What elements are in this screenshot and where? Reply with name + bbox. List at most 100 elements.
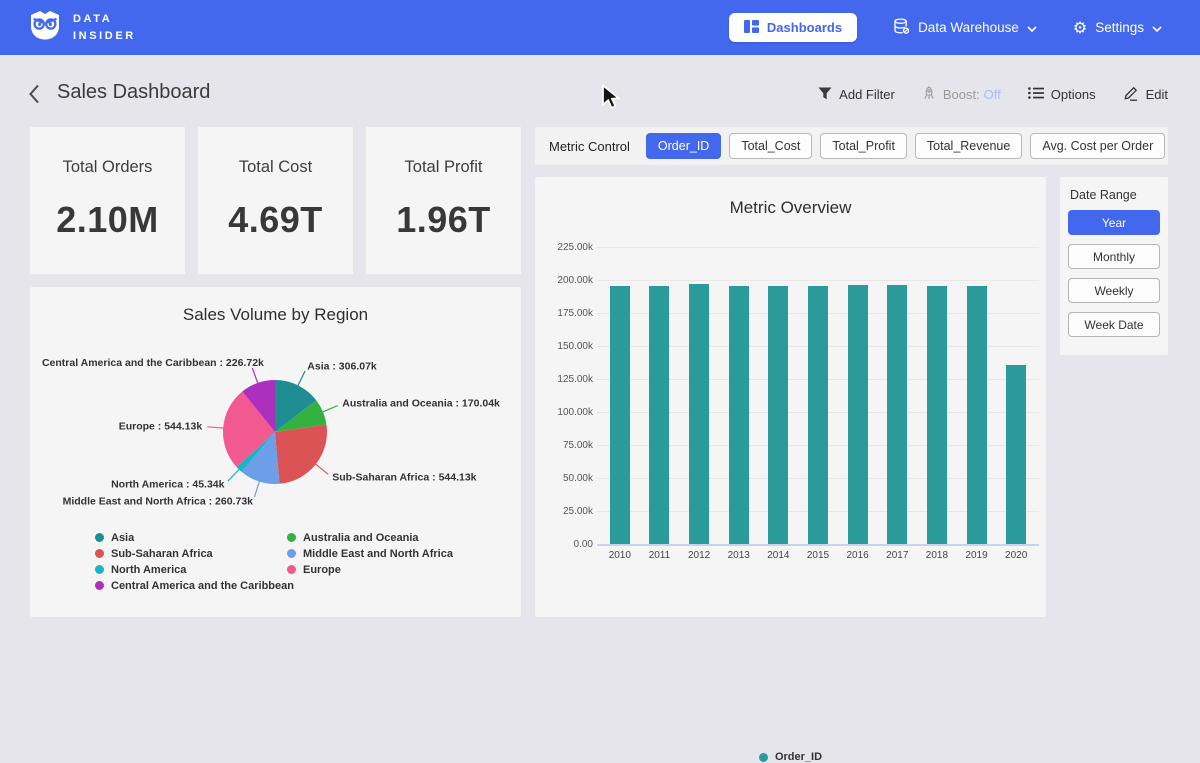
legend-dot xyxy=(287,533,296,542)
gridline xyxy=(597,247,1039,248)
bar-2016[interactable] xyxy=(848,285,868,544)
pie-label-north-america: North America : 45.34k xyxy=(111,479,225,491)
pie-label-middle-east-and-north-africa: Middle East and North Africa : 260.73k xyxy=(63,496,254,508)
legend-label: Asia xyxy=(111,532,134,544)
legend-item-middle-east-and-north-africa: Middle East and North Africa xyxy=(287,548,453,559)
pie-slice-sub-saharan-africa[interactable] xyxy=(275,425,327,484)
pie-label-australia-and-oceania: Australia and Oceania : 170.04k xyxy=(342,398,500,410)
nav-dashboards-label: Dashboards xyxy=(767,20,842,35)
bar-2015[interactable] xyxy=(808,286,828,544)
date-range-option-year[interactable]: Year xyxy=(1068,210,1160,235)
gear-icon: ⚙ xyxy=(1073,20,1087,36)
x-axis-tick: 2016 xyxy=(838,550,878,561)
y-axis-tick: 0.00 xyxy=(535,539,593,550)
sales-volume-panel: Sales Volume by Region Asia : 306.07kAus… xyxy=(30,287,521,617)
pie-label-asia: Asia : 306.07k xyxy=(307,361,377,373)
bar-chart: 225.00k200.00k175.00k150.00k125.00k100.0… xyxy=(535,177,1046,617)
nav-dashboards-button[interactable]: Dashboards xyxy=(729,13,857,42)
y-axis-tick: 100.00k xyxy=(535,407,593,418)
kpi-cards: Total Orders2.10MTotal Cost4.69TTotal Pr… xyxy=(30,127,521,274)
nav-settings-button[interactable]: ⚙ Settings xyxy=(1073,20,1162,36)
nav-data-warehouse-button[interactable]: Data Warehouse xyxy=(893,18,1037,38)
boost-toggle[interactable]: Boost: Off xyxy=(922,86,1001,104)
top-navbar: DATA INSIDER Dashboards xyxy=(0,0,1200,55)
edit-button[interactable]: Edit xyxy=(1123,85,1168,104)
page-title: Sales Dashboard xyxy=(57,81,210,104)
nav-settings-label: Settings xyxy=(1095,20,1144,35)
kpi-card-total-profit: Total Profit 1.96T xyxy=(366,127,521,274)
x-axis-tick: 2019 xyxy=(957,550,997,561)
y-axis-tick: 225.00k xyxy=(535,242,593,253)
gridline xyxy=(597,280,1039,281)
date-range-option-monthly[interactable]: Monthly xyxy=(1068,244,1160,269)
pie-leader-line xyxy=(255,481,260,497)
x-axis-tick: 2015 xyxy=(798,550,838,561)
kpi-value: 2.10M xyxy=(56,199,159,241)
bar-2010[interactable] xyxy=(610,286,630,544)
y-axis-tick: 75.00k xyxy=(535,440,593,451)
pie-leader-line xyxy=(228,469,240,481)
pie-leader-line xyxy=(298,371,306,386)
nav-data-warehouse-label: Data Warehouse xyxy=(918,20,1019,35)
y-axis-tick: 150.00k xyxy=(535,341,593,352)
chevron-down-icon xyxy=(1027,20,1037,35)
legend-item-europe: Europe xyxy=(287,564,453,575)
bar-2011[interactable] xyxy=(649,286,669,544)
metric-option-total-profit[interactable]: Total_Profit xyxy=(820,133,907,159)
filter-funnel-icon xyxy=(818,87,832,103)
gridline xyxy=(597,544,1039,546)
legend-item-sub-saharan-africa: Sub-Saharan Africa xyxy=(95,548,294,559)
bar-2018[interactable] xyxy=(927,286,947,544)
legend-label: Central America and the Caribbean xyxy=(111,580,294,592)
pie-label-sub-saharan-africa: Sub-Saharan Africa : 544.13k xyxy=(332,471,476,483)
kpi-label: Total Orders xyxy=(63,158,153,177)
kpi-label: Total Profit xyxy=(405,158,483,177)
bar-2013[interactable] xyxy=(729,286,749,544)
options-button[interactable]: Options xyxy=(1028,87,1096,102)
bar-2017[interactable] xyxy=(887,285,907,544)
pie-legend-column: AsiaSub-Saharan AfricaNorth AmericaCentr… xyxy=(95,532,294,591)
bar-2019[interactable] xyxy=(967,286,987,544)
y-axis-tick: 125.00k xyxy=(535,374,593,385)
chevron-down-icon xyxy=(1152,20,1162,35)
metric-option-total-cost[interactable]: Total_Cost xyxy=(729,133,812,159)
legend-dot xyxy=(95,581,104,590)
x-axis-tick: 2013 xyxy=(719,550,759,561)
metric-option-order-id[interactable]: Order_ID xyxy=(646,133,721,159)
legend-label: Sub-Saharan Africa xyxy=(111,548,213,560)
kpi-card-total-cost: Total Cost4.69T xyxy=(198,127,353,274)
bar-2012[interactable] xyxy=(689,284,709,544)
metric-option-avg-cost-per-order[interactable]: Avg. Cost per Order xyxy=(1030,133,1165,159)
add-filter-button[interactable]: Add Filter xyxy=(818,87,895,103)
metric-option-total-revenue[interactable]: Total_Revenue xyxy=(915,133,1022,159)
bar-legend-label: Order_ID xyxy=(775,751,822,763)
kpi-value: 1.96T xyxy=(396,199,491,241)
y-axis-tick: 200.00k xyxy=(535,275,593,286)
legend-dot xyxy=(95,533,104,542)
x-axis-tick: 2017 xyxy=(877,550,917,561)
back-button[interactable] xyxy=(27,83,40,108)
kpi-card-total-orders: Total Orders 2.10M xyxy=(30,127,185,274)
x-axis-tick: 2010 xyxy=(600,550,640,561)
date-range-option-week-date[interactable]: Week Date xyxy=(1068,312,1160,337)
database-icon xyxy=(893,18,910,38)
kpi-label: Total Cost xyxy=(239,158,312,177)
legend-item-asia: Asia xyxy=(95,532,294,543)
dashboard-grid-icon xyxy=(744,20,759,36)
owl-logo-icon xyxy=(28,8,62,47)
brand-text: DATA INSIDER xyxy=(73,11,136,44)
legend-label: Middle East and North Africa xyxy=(303,548,453,560)
pie-label-central-america-and-the-caribbean: Central America and the Caribbean : 226.… xyxy=(42,357,264,369)
legend-item-central-america-and-the-caribbean: Central America and the Caribbean xyxy=(95,580,294,591)
pie-leader-line xyxy=(315,464,328,475)
legend-label: Australia and Oceania xyxy=(303,532,419,544)
x-axis-tick: 2012 xyxy=(679,550,719,561)
bar-2020[interactable] xyxy=(1006,365,1026,544)
bar-2014[interactable] xyxy=(768,286,788,544)
rocket-icon xyxy=(922,86,936,104)
metric-overview-panel: Metric Overview 225.00k200.00k175.00k150… xyxy=(535,177,1046,617)
legend-dot xyxy=(95,549,104,558)
brand[interactable]: DATA INSIDER xyxy=(0,8,136,47)
x-axis-tick: 2018 xyxy=(917,550,957,561)
date-range-option-weekly[interactable]: Weekly xyxy=(1068,278,1160,303)
